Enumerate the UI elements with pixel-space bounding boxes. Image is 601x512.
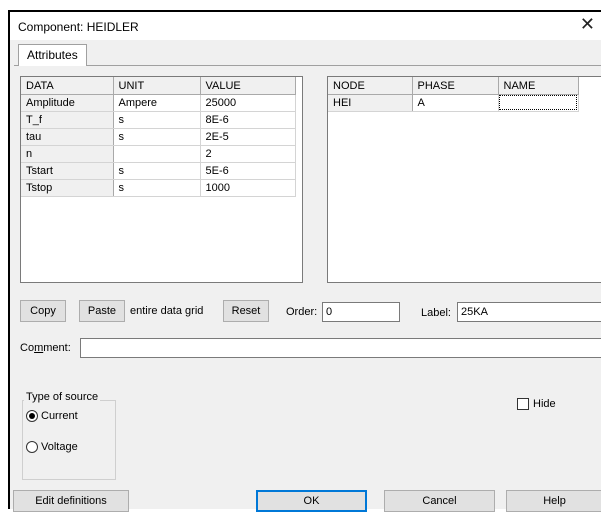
comment-input[interactable] bbox=[80, 338, 601, 358]
table-row: n 2 bbox=[21, 145, 296, 163]
order-label: Order: bbox=[286, 306, 318, 318]
copy-button[interactable]: Copy bbox=[20, 300, 66, 322]
comment-label-prefix: Co bbox=[20, 342, 35, 354]
table-row: T_f s 8E-6 bbox=[21, 111, 296, 129]
data-cell[interactable]: tau bbox=[21, 128, 114, 146]
paste-button[interactable]: Paste bbox=[79, 300, 125, 322]
component-dialog: Component: HEIDLER ✕ Attributes DATA UNI… bbox=[8, 10, 601, 512]
column-header[interactable]: NAME bbox=[498, 77, 579, 95]
hide-label[interactable]: Hide bbox=[533, 398, 556, 410]
unit-cell[interactable]: s bbox=[113, 179, 201, 197]
unit-cell[interactable]: s bbox=[113, 162, 201, 180]
radio-current[interactable] bbox=[26, 410, 38, 422]
value-cell[interactable]: 5E-6 bbox=[200, 162, 296, 180]
data-cell[interactable]: Tstart bbox=[21, 162, 114, 180]
comment-label-mnemonic: m bbox=[34, 342, 44, 354]
source-type-title: Type of source bbox=[24, 391, 101, 403]
unit-cell[interactable]: s bbox=[113, 111, 201, 129]
node-cell[interactable]: HEI bbox=[328, 94, 413, 112]
table-row: tau s 2E-5 bbox=[21, 128, 296, 146]
radio-voltage-label[interactable]: Voltage bbox=[41, 441, 78, 453]
value-cell[interactable]: 1000 bbox=[200, 179, 296, 197]
value-cell[interactable]: 2 bbox=[200, 145, 296, 163]
value-cell[interactable]: 25000 bbox=[200, 94, 296, 112]
column-header[interactable]: DATA bbox=[21, 77, 114, 95]
unit-cell[interactable]: Ampere bbox=[113, 94, 201, 112]
data-cell[interactable]: Amplitude bbox=[21, 94, 114, 112]
table-row: Tstop s 1000 bbox=[21, 179, 296, 197]
entire-data-grid-label: entire data grid bbox=[130, 305, 204, 317]
hide-checkbox[interactable] bbox=[517, 398, 529, 410]
comment-label: Comment: bbox=[20, 342, 71, 354]
node-grid[interactable]: NODE PHASE NAME HEI A bbox=[327, 76, 601, 283]
comment-label-suffix: ment: bbox=[43, 342, 71, 354]
column-header[interactable]: NODE bbox=[328, 77, 413, 95]
data-cell[interactable]: Tstop bbox=[21, 179, 114, 197]
window-title: Component: HEIDLER bbox=[18, 20, 139, 34]
reset-button[interactable]: Reset bbox=[223, 300, 269, 322]
data-cell[interactable]: n bbox=[21, 145, 114, 163]
radio-current-label[interactable]: Current bbox=[41, 410, 78, 422]
table-row: HEI A bbox=[328, 94, 579, 112]
value-cell[interactable]: 8E-6 bbox=[200, 111, 296, 129]
radio-voltage[interactable] bbox=[26, 441, 38, 453]
label-input[interactable]: 25KA bbox=[457, 302, 601, 322]
column-header[interactable]: PHASE bbox=[412, 77, 499, 95]
column-header[interactable]: VALUE bbox=[200, 77, 296, 95]
unit-cell[interactable]: s bbox=[113, 128, 201, 146]
phase-cell[interactable]: A bbox=[412, 94, 499, 112]
table-row: Tstart s 5E-6 bbox=[21, 162, 296, 180]
value-cell[interactable]: 2E-5 bbox=[200, 128, 296, 146]
title-bar: Component: HEIDLER ✕ bbox=[10, 12, 601, 40]
label-label: Label: bbox=[421, 307, 451, 319]
unit-cell[interactable] bbox=[113, 145, 201, 163]
radio-selected-dot bbox=[29, 413, 35, 419]
table-row: Amplitude Ampere 25000 bbox=[21, 94, 296, 112]
data-grid-header: DATA UNIT VALUE bbox=[21, 77, 296, 95]
tab-attributes[interactable]: Attributes bbox=[18, 44, 87, 66]
name-cell[interactable] bbox=[498, 94, 579, 112]
close-icon[interactable]: ✕ bbox=[580, 16, 595, 34]
node-grid-header: NODE PHASE NAME bbox=[328, 77, 579, 95]
order-input[interactable]: 0 bbox=[322, 302, 400, 322]
data-cell[interactable]: T_f bbox=[21, 111, 114, 129]
column-header[interactable]: UNIT bbox=[113, 77, 201, 95]
data-grid[interactable]: DATA UNIT VALUE Amplitude Ampere 25000 T… bbox=[20, 76, 303, 283]
